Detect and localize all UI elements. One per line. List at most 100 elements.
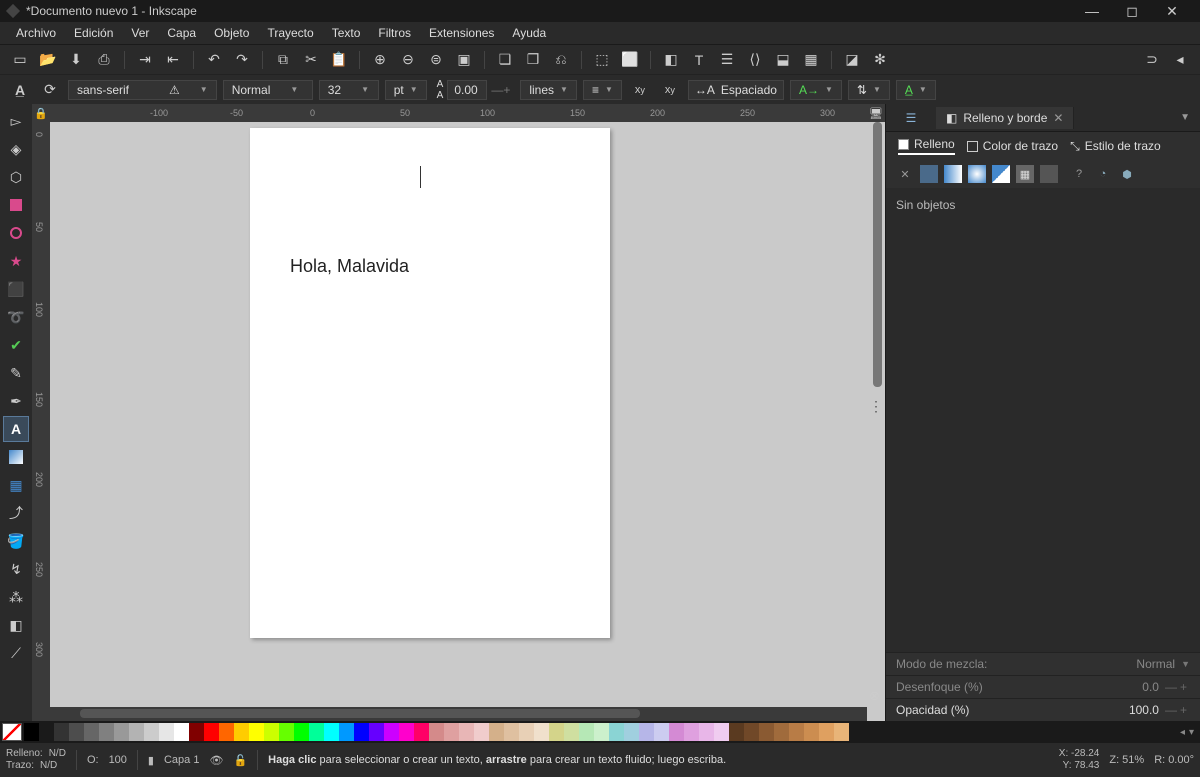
panel-grip-icon[interactable]: ⋮ [869, 404, 883, 409]
snap-menu-button[interactable]: ◂ [1168, 48, 1192, 72]
stepper-icon[interactable]: —+ [1165, 703, 1190, 717]
color-swatch[interactable] [669, 723, 684, 741]
menu-extensiones[interactable]: Extensiones [421, 24, 502, 42]
color-swatch[interactable] [324, 723, 339, 741]
clone-button[interactable]: ❐ [521, 48, 545, 72]
eraser-tool[interactable]: ◧ [3, 612, 29, 638]
selectors-button[interactable]: ◪ [840, 48, 864, 72]
objects-tab[interactable]: ☰ [886, 104, 936, 131]
export-button[interactable]: ⇤ [161, 48, 185, 72]
group-button[interactable]: ⬚ [590, 48, 614, 72]
star-tool[interactable]: ★ [3, 248, 29, 274]
unit-dropdown[interactable]: pt ▼ [385, 80, 427, 100]
color-swatch[interactable] [114, 723, 129, 741]
shape-builder-tool[interactable]: ⬡ [3, 164, 29, 190]
text-align-dropdown[interactable]: ≡ ▼ [583, 80, 622, 100]
horizontal-scrollbar[interactable] [50, 707, 867, 721]
display-button[interactable]: 🖥 [867, 104, 885, 122]
unknown-paint-button[interactable]: ? [1070, 165, 1088, 183]
zoom-draw-button[interactable]: ⊖ [396, 48, 420, 72]
xml-button[interactable]: ⟨⟩ [743, 48, 767, 72]
menu-edición[interactable]: Edición [66, 24, 121, 42]
color-managed-icon[interactable]: ⊗ [869, 688, 885, 704]
color-swatch[interactable] [144, 723, 159, 741]
bezier-tool[interactable]: ✔ [3, 332, 29, 358]
opacity-row[interactable]: Opacidad (%) 100.0 —+ [886, 698, 1200, 721]
flat-color-button[interactable] [920, 165, 938, 183]
lock-icon[interactable]: 🔓 [233, 754, 247, 767]
color-swatch[interactable] [489, 723, 504, 741]
canvas-text[interactable]: Hola, Malavida [290, 256, 409, 277]
color-swatch[interactable] [804, 723, 819, 741]
snap-button[interactable]: ⊃ [1140, 48, 1164, 72]
color-swatch[interactable] [714, 723, 729, 741]
color-swatch[interactable] [279, 723, 294, 741]
color-swatch[interactable] [534, 723, 549, 741]
pattern-button[interactable]: ▦ [1016, 165, 1034, 183]
stepper-icon[interactable]: —+ [1165, 680, 1190, 694]
save-button[interactable]: ⬇ [64, 48, 88, 72]
calligraphy-tool[interactable]: ✒ [3, 388, 29, 414]
color-swatch[interactable] [414, 723, 429, 741]
menu-ayuda[interactable]: Ayuda [504, 24, 554, 42]
spiral-tool[interactable]: ➰ [3, 304, 29, 330]
unlink-button[interactable]: ⎌ [549, 48, 573, 72]
color-swatch[interactable] [219, 723, 234, 741]
color-swatch[interactable] [474, 723, 489, 741]
pencil-tool[interactable]: ✎ [3, 360, 29, 386]
color-swatch[interactable] [249, 723, 264, 741]
color-swatch[interactable] [69, 723, 84, 741]
color-swatch[interactable] [189, 723, 204, 741]
rect-tool[interactable] [3, 192, 29, 218]
import-button[interactable]: ⇥ [133, 48, 157, 72]
menu-archivo[interactable]: Archivo [8, 24, 64, 42]
zoom-sel-button[interactable]: ⊕ [368, 48, 392, 72]
color-swatch[interactable] [429, 723, 444, 741]
open-button[interactable]: 📂 [36, 48, 60, 72]
canvas[interactable]: Hola, Malavida [50, 122, 867, 703]
copy-button[interactable]: ⧉ [271, 48, 295, 72]
zoom-fit-button[interactable]: ▣ [452, 48, 476, 72]
color-swatch[interactable] [729, 723, 744, 741]
visibility-icon[interactable]: 👁 [209, 754, 223, 767]
font-style-dropdown[interactable]: Normal ▼ [223, 80, 313, 100]
3dbox-tool[interactable]: ⬛ [3, 276, 29, 302]
font-select-button[interactable]: A̲ [8, 78, 32, 102]
blur-row[interactable]: Desenfoque (%) 0.0 —+ [886, 675, 1200, 698]
color-swatch[interactable] [579, 723, 594, 741]
line-mode-dropdown[interactable]: lines ▼ [520, 80, 577, 100]
maximize-button[interactable]: ◻ [1112, 3, 1152, 20]
color-swatch[interactable] [744, 723, 759, 741]
layer-toggle-icon[interactable]: ▮ [148, 754, 154, 767]
color-swatch[interactable] [564, 723, 579, 741]
color-swatch[interactable] [384, 723, 399, 741]
color-swatch[interactable] [759, 723, 774, 741]
ungroup-button[interactable]: ⬜ [618, 48, 642, 72]
color-swatch[interactable] [84, 723, 99, 741]
bucket-tool[interactable]: 🪣 [3, 528, 29, 554]
font-family-dropdown[interactable]: sans-serif ⚠ ▼ [68, 80, 217, 100]
color-swatch[interactable] [129, 723, 144, 741]
color-swatch[interactable] [594, 723, 609, 741]
ruler-horizontal[interactable]: -100-50050100150200250300 [50, 104, 867, 122]
superscript-button[interactable]: xy [628, 78, 652, 102]
fill-dialog-button[interactable]: ◧ [659, 48, 683, 72]
redo-button[interactable]: ↷ [230, 48, 254, 72]
color-swatch[interactable] [99, 723, 114, 741]
mesh-tool[interactable]: ▦ [3, 472, 29, 498]
blend-mode-row[interactable]: Modo de mezcla: Normal ▼ [886, 652, 1200, 675]
writing-mode-dropdown[interactable]: A→ ▼ [790, 80, 842, 100]
spray-tool[interactable]: ⁂ [3, 584, 29, 610]
close-button[interactable]: ✕ [1152, 3, 1192, 20]
stepper-icon[interactable]: —+ [491, 83, 510, 97]
text-tool[interactable]: A [3, 416, 29, 442]
stroke-paint-subtab[interactable]: Color de trazo [967, 139, 1058, 153]
swatch-button[interactable] [1040, 165, 1058, 183]
palette-menu-icon[interactable]: ▾ [1189, 727, 1194, 738]
close-tab-icon[interactable]: ✕ [1053, 111, 1063, 125]
dup-button[interactable]: ❏ [493, 48, 517, 72]
ruler-vertical[interactable]: 050100150200250300 [32, 122, 50, 721]
color-swatch[interactable] [204, 723, 219, 741]
color-swatch[interactable] [519, 723, 534, 741]
color-swatch[interactable] [159, 723, 174, 741]
